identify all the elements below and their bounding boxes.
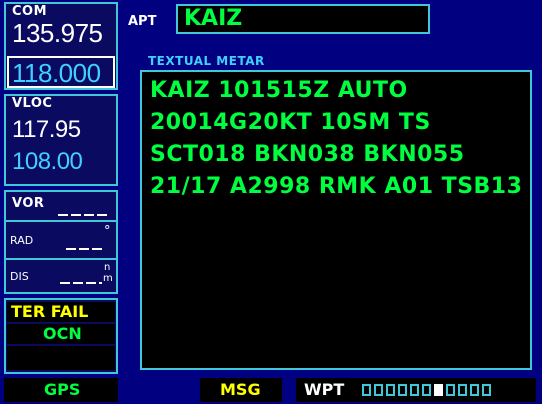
vor-divider-2: [6, 258, 116, 260]
page-indicators: [362, 378, 532, 402]
page-group-label: WPT: [304, 380, 345, 399]
apt-label: APT: [128, 14, 157, 29]
dis-dashes: [60, 282, 102, 284]
page-indicator: [386, 384, 395, 396]
com-standby-frequency: 118.000: [12, 58, 101, 88]
metar-text-box[interactable]: KAIZ 101515Z AUTO 20014G20KT 10SM TS SCT…: [140, 70, 532, 370]
ter-fail-annunciator: TER FAIL: [7, 302, 115, 322]
msg-label: MSG: [220, 380, 261, 399]
empty-annunciator: [7, 346, 115, 370]
metar-line-1: KAIZ 101515Z AUTO: [150, 78, 408, 103]
page-indicator: [458, 384, 467, 396]
vloc-standby-frequency[interactable]: 108.00: [12, 148, 83, 176]
degree-symbol: °: [104, 224, 111, 239]
dis-unit-m: m: [103, 273, 113, 284]
com-standby-box[interactable]: 118.000: [7, 56, 115, 88]
ocn-text: OCN: [43, 324, 82, 343]
page-indicator: [446, 384, 455, 396]
page-indicator: [470, 384, 479, 396]
vor-panel: VOR RAD ° DIS n m: [4, 190, 118, 294]
com-active-frequency: 135.975: [12, 18, 103, 48]
page-indicator: [482, 384, 491, 396]
dis-label: DIS: [10, 270, 29, 283]
page-indicator: [422, 384, 431, 396]
vor-title: VOR: [12, 196, 45, 211]
apt-identifier: KAIZ: [184, 6, 243, 31]
vor-divider-1: [6, 220, 116, 222]
alert-panel: TER FAIL OCN: [4, 298, 118, 374]
metar-line-2: 20014G20KT 10SM TS: [150, 110, 431, 135]
metar-heading: TEXTUAL METAR: [148, 54, 265, 68]
page-indicator: [398, 384, 407, 396]
page-indicator: [374, 384, 383, 396]
gps-label: GPS: [44, 380, 81, 399]
vloc-panel: VLOC 117.95 108.00: [4, 94, 118, 186]
msg-segment[interactable]: MSG: [200, 378, 282, 402]
page-group-segment: WPT: [296, 378, 536, 402]
rad-dashes: [66, 248, 102, 250]
apt-identifier-field[interactable]: KAIZ: [176, 4, 430, 34]
page-indicator: [410, 384, 419, 396]
rad-label: RAD: [10, 234, 34, 247]
metar-line-3: SCT018 BKN038 BKN055: [150, 142, 465, 167]
ocn-annunciator: OCN: [7, 324, 115, 344]
gps-mode-segment: GPS: [4, 378, 118, 402]
metar-line-4: 21/17 A2998 RMK A01 TSB13: [150, 174, 523, 199]
com-panel: COM 135.975 118.000: [4, 2, 118, 90]
page-indicator-current: [434, 384, 443, 396]
com-title: COM: [12, 4, 48, 19]
ter-fail-text: TER FAIL: [11, 302, 89, 321]
vloc-title: VLOC: [12, 96, 53, 111]
dis-unit-n: n: [104, 262, 111, 273]
page-indicator: [362, 384, 371, 396]
vloc-active-frequency: 117.95: [12, 116, 81, 143]
vor-ident-dashes: [58, 214, 110, 216]
